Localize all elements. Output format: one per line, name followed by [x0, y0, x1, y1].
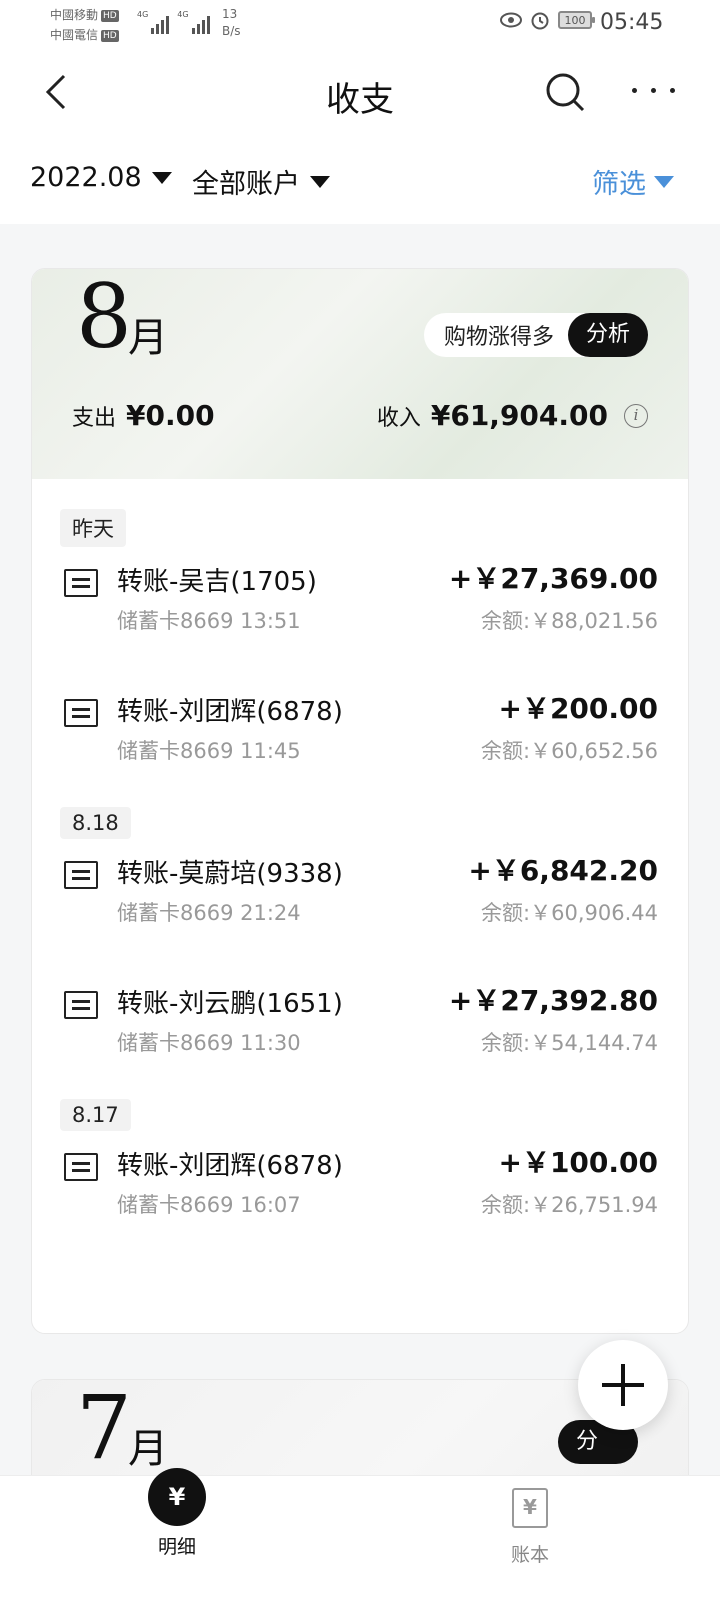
status-bar: 中國移動 HD 中國電信 HD 4G 4G 13 B/s 100 05:45: [0, 0, 720, 48]
hd-badge: HD: [101, 9, 119, 22]
analysis-button[interactable]: 分析: [567, 313, 648, 357]
battery-icon: 100: [558, 11, 595, 29]
carrier-info: 中國移動 HD 中國電信 HD: [50, 5, 119, 45]
day-header: 8.18: [60, 807, 131, 839]
transfer-icon: [64, 699, 98, 727]
month-unit: 月: [128, 1426, 168, 1472]
transaction-balance: 余额:￥88,021.56: [481, 609, 658, 633]
transaction-balance: 余额:￥54,144.74: [481, 1031, 658, 1055]
transaction-amount: +￥200.00: [498, 692, 658, 725]
eye-icon: [500, 12, 522, 28]
income-amount: ¥61,904.00: [430, 399, 608, 432]
month-card-august: 8 月 购物涨得多 分析 支出 ¥0.00 收入 ¥61,904.00 i 昨天…: [31, 268, 689, 1334]
transaction-account-time: 储蓄卡8669 11:30: [117, 1031, 301, 1055]
dropdown-icon: [310, 175, 330, 188]
month-number: 7: [76, 1379, 132, 1479]
transaction-account-time: 储蓄卡8669 13:51: [117, 609, 301, 633]
transfer-icon: [64, 569, 98, 597]
tab-detail-label: 明细: [157, 1536, 196, 1558]
account-selector[interactable]: 全部账户: [192, 162, 330, 201]
transaction-amount: +￥6,842.20: [468, 854, 658, 887]
ledger-icon: ¥: [512, 1488, 548, 1528]
month-unit: 月: [128, 315, 168, 361]
transaction-account-time: 储蓄卡8669 21:24: [117, 901, 301, 925]
filter-button[interactable]: 筛选: [592, 162, 674, 201]
more-icon[interactable]: [632, 88, 675, 93]
transaction-name: 转账-莫蔚培(9338): [117, 859, 343, 889]
transaction-name: 转账-刘团辉(6878): [117, 1151, 343, 1181]
search-icon[interactable]: [545, 72, 585, 112]
clock: 05:45: [600, 10, 664, 35]
transaction-name: 转账-吴吉(1705): [117, 567, 317, 597]
transfer-icon: [64, 1153, 98, 1181]
spend-label: 支出: [72, 406, 117, 431]
tab-detail[interactable]: ¥ 明细: [117, 1468, 237, 1559]
transaction-account-time: 储蓄卡8669 16:07: [117, 1193, 301, 1217]
transaction-balance: 余额:￥26,751.94: [481, 1193, 658, 1217]
spend-summary: 支出 ¥0.00: [72, 399, 215, 432]
month-summary: 8 月 购物涨得多 分析 支出 ¥0.00 收入 ¥61,904.00 i: [32, 269, 688, 479]
account-value: 全部账户: [192, 169, 300, 200]
transaction-amount: +￥27,392.80: [448, 984, 658, 1017]
transaction-amount: +￥100.00: [498, 1146, 658, 1179]
transaction-row[interactable]: 转账-刘团辉(6878) 储蓄卡8669 11:45 +￥200.00 余额:￥…: [32, 677, 688, 807]
analysis-tag[interactable]: 购物涨得多 分析: [423, 313, 648, 357]
transaction-amount: +￥27,369.00: [448, 562, 658, 595]
app-header: 收支: [0, 48, 720, 138]
transfer-icon: [64, 991, 98, 1019]
signal-icon: 4G: [137, 10, 170, 34]
spend-amount: ¥0.00: [126, 399, 215, 432]
info-icon[interactable]: i: [624, 403, 648, 428]
signal-icon: 4G: [177, 10, 210, 34]
income-label: 收入: [376, 406, 421, 431]
transaction-balance: 余额:￥60,652.56: [481, 739, 658, 763]
filter-label: 筛选: [592, 169, 646, 200]
filter-bar: 2022.08 全部账户 筛选: [0, 138, 720, 224]
transaction-account-time: 储蓄卡8669 11:45: [117, 739, 301, 763]
transaction-row[interactable]: 转账-莫蔚培(9338) 储蓄卡8669 21:24 +￥6,842.20 余额…: [32, 839, 688, 969]
day-header: 昨天: [60, 509, 126, 547]
hd-badge: HD: [101, 29, 119, 42]
tab-ledger[interactable]: ¥ 账本: [470, 1488, 590, 1567]
analysis-tag-text: 购物涨得多: [443, 325, 554, 350]
transaction-row[interactable]: 转账-刘团辉(6878) 储蓄卡8669 16:07 +￥100.00 余额:￥…: [32, 1131, 688, 1261]
page-title: 收支: [326, 80, 394, 120]
carrier-1: 中國移動: [50, 8, 99, 22]
month-selector[interactable]: 2022.08: [30, 162, 172, 193]
income-summary: 收入 ¥61,904.00 i: [377, 399, 648, 432]
transaction-name: 转账-刘云鹏(1651): [117, 989, 343, 1019]
bottom-nav: ¥ 明细 ¥ 账本: [0, 1468, 720, 1600]
network-speed: 13 B/s: [222, 7, 241, 38]
transaction-row[interactable]: 转账-吴吉(1705) 储蓄卡8669 13:51 +￥27,369.00 余额…: [32, 547, 688, 677]
signal-icons: 4G 4G: [137, 10, 210, 34]
transaction-row[interactable]: 转账-刘云鹏(1651) 储蓄卡8669 11:30 +￥27,392.80 余…: [32, 969, 688, 1099]
month-value: 2022.08: [30, 162, 142, 193]
dropdown-icon: [151, 171, 172, 184]
transaction-name: 转账-刘团辉(6878): [117, 697, 343, 727]
carrier-2: 中國電信: [50, 28, 99, 42]
transaction-list: 昨天 转账-吴吉(1705) 储蓄卡8669 13:51 +￥27,369.00…: [32, 479, 688, 1261]
transfer-icon: [64, 861, 98, 889]
add-button[interactable]: [578, 1340, 668, 1430]
alarm-icon: [531, 12, 549, 30]
day-header: 8.17: [60, 1099, 131, 1131]
dropdown-icon: [654, 175, 674, 188]
status-icons: 100: [500, 10, 595, 30]
transaction-balance: 余额:￥60,906.44: [481, 901, 658, 925]
detail-icon: ¥: [148, 1468, 206, 1526]
month-number: 8: [76, 268, 132, 368]
tab-ledger-label: 账本: [510, 1544, 549, 1566]
